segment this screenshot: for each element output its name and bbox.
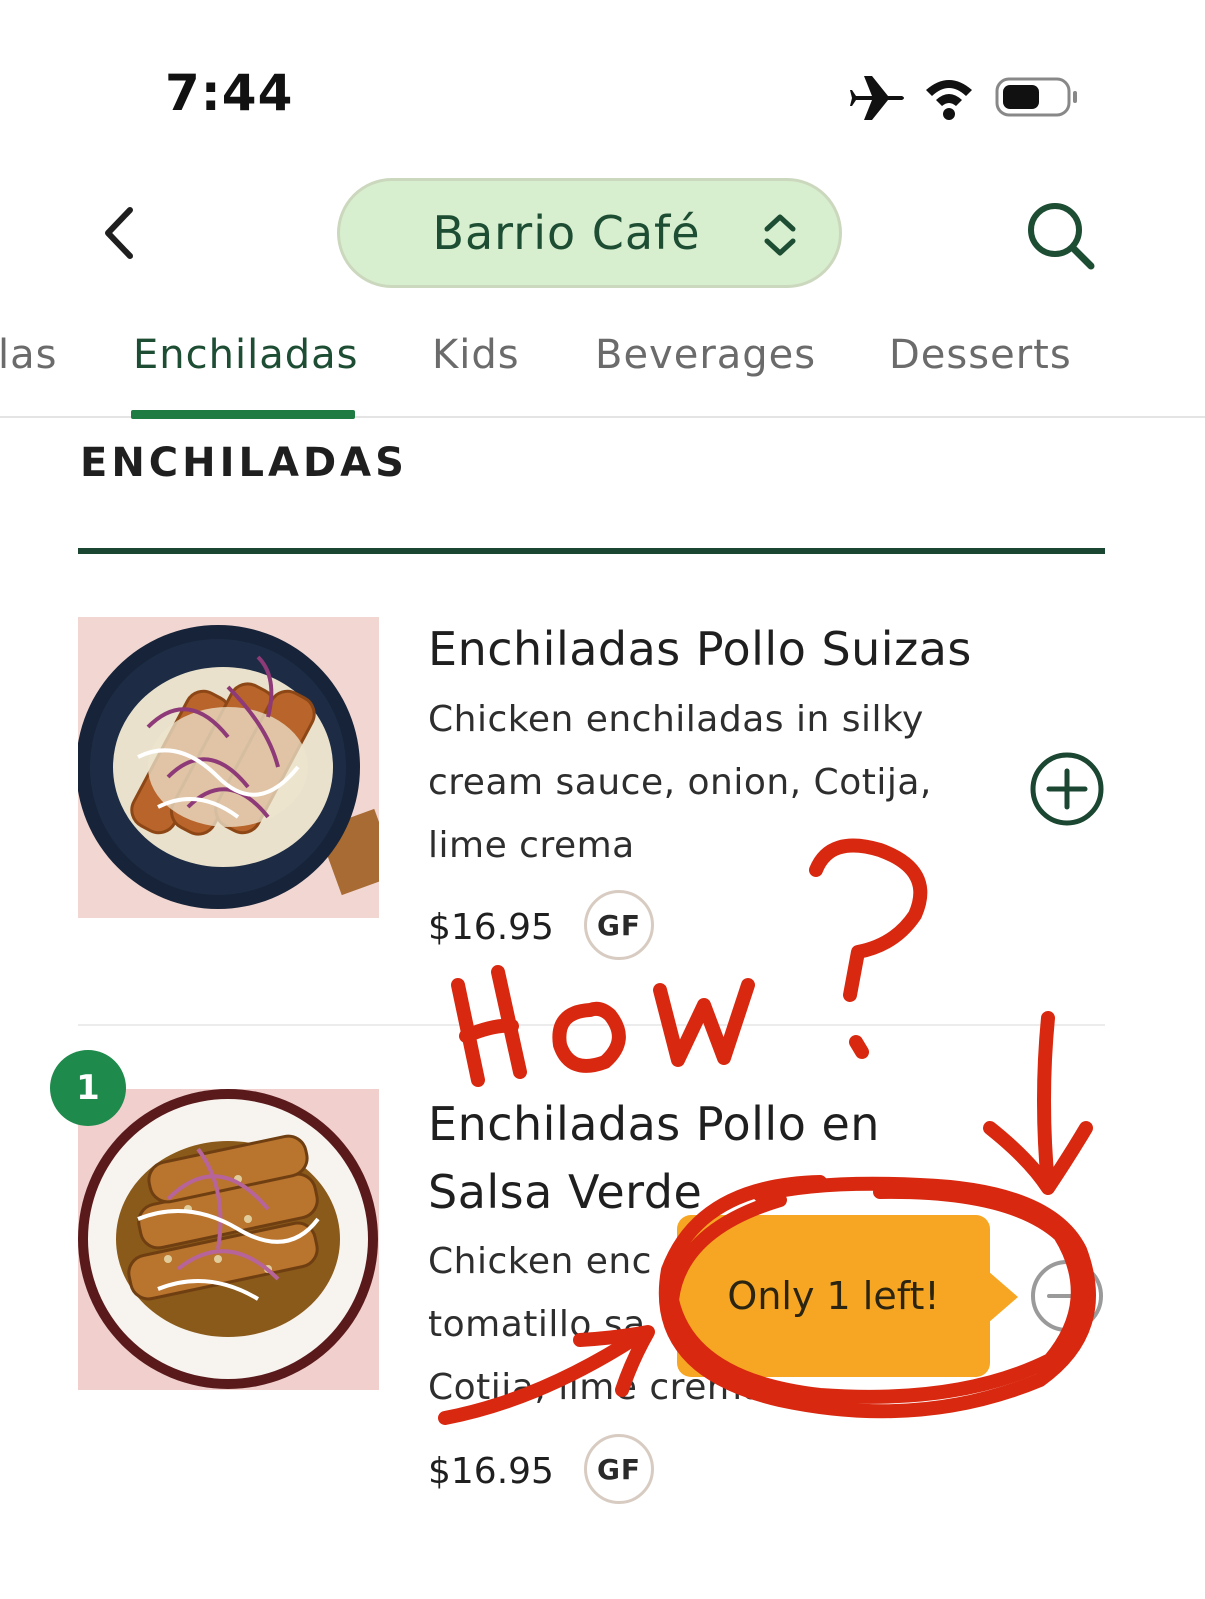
stock-tooltip-text: Only 1 left!	[727, 1274, 940, 1318]
minus-circle-icon	[1031, 1260, 1103, 1332]
gluten-free-badge: GF	[584, 890, 654, 960]
restaurant-name: Barrio Café	[432, 206, 701, 260]
chevron-left-icon	[105, 207, 133, 259]
search-icon	[1028, 203, 1095, 270]
tab-enchiladas[interactable]: Enchiladas	[133, 332, 358, 378]
status-icons	[850, 76, 1077, 120]
section-title: ENCHILADAS	[80, 440, 408, 486]
tab-beverages[interactable]: Beverages	[595, 332, 816, 378]
item-price: $16.95	[428, 1451, 554, 1492]
tab-kids[interactable]: Kids	[432, 332, 520, 378]
add-item-button[interactable]	[1029, 751, 1105, 827]
stock-tooltip: Only 1 left!	[677, 1215, 990, 1377]
tab-desserts[interactable]: Desserts	[889, 332, 1072, 378]
active-tab-indicator	[131, 410, 355, 419]
item-name[interactable]: Enchiladas Pollo en Salsa Verde	[428, 1090, 948, 1226]
gluten-free-badge: GF	[584, 1434, 654, 1504]
airplane-icon	[850, 76, 904, 120]
item-price: $16.95	[428, 907, 554, 948]
remove-item-button[interactable]	[1029, 1258, 1105, 1334]
tab-previous-category[interactable]: las	[0, 332, 57, 378]
section-divider	[78, 548, 1105, 554]
item-divider	[78, 1024, 1105, 1026]
tooltip-arrow	[988, 1271, 1018, 1323]
item-description: Chicken enchiladas in silky cream sauce,…	[428, 699, 932, 866]
restaurant-selector[interactable]: Barrio Café	[337, 178, 842, 288]
battery-icon	[995, 77, 1077, 117]
cart-quantity-badge: 1	[50, 1050, 126, 1126]
item-image-pollo-salsa-verde[interactable]	[78, 1089, 379, 1390]
search-button[interactable]	[1025, 200, 1097, 272]
back-button[interactable]	[92, 198, 152, 268]
chevron-up-down-icon	[764, 214, 796, 256]
wifi-icon	[926, 80, 972, 120]
item-name[interactable]: Enchiladas Pollo Suizas	[428, 615, 1038, 683]
item-image-pollo-suizas[interactable]	[78, 617, 379, 918]
status-time: 7:44	[165, 64, 294, 122]
plus-circle-icon	[1030, 752, 1104, 826]
